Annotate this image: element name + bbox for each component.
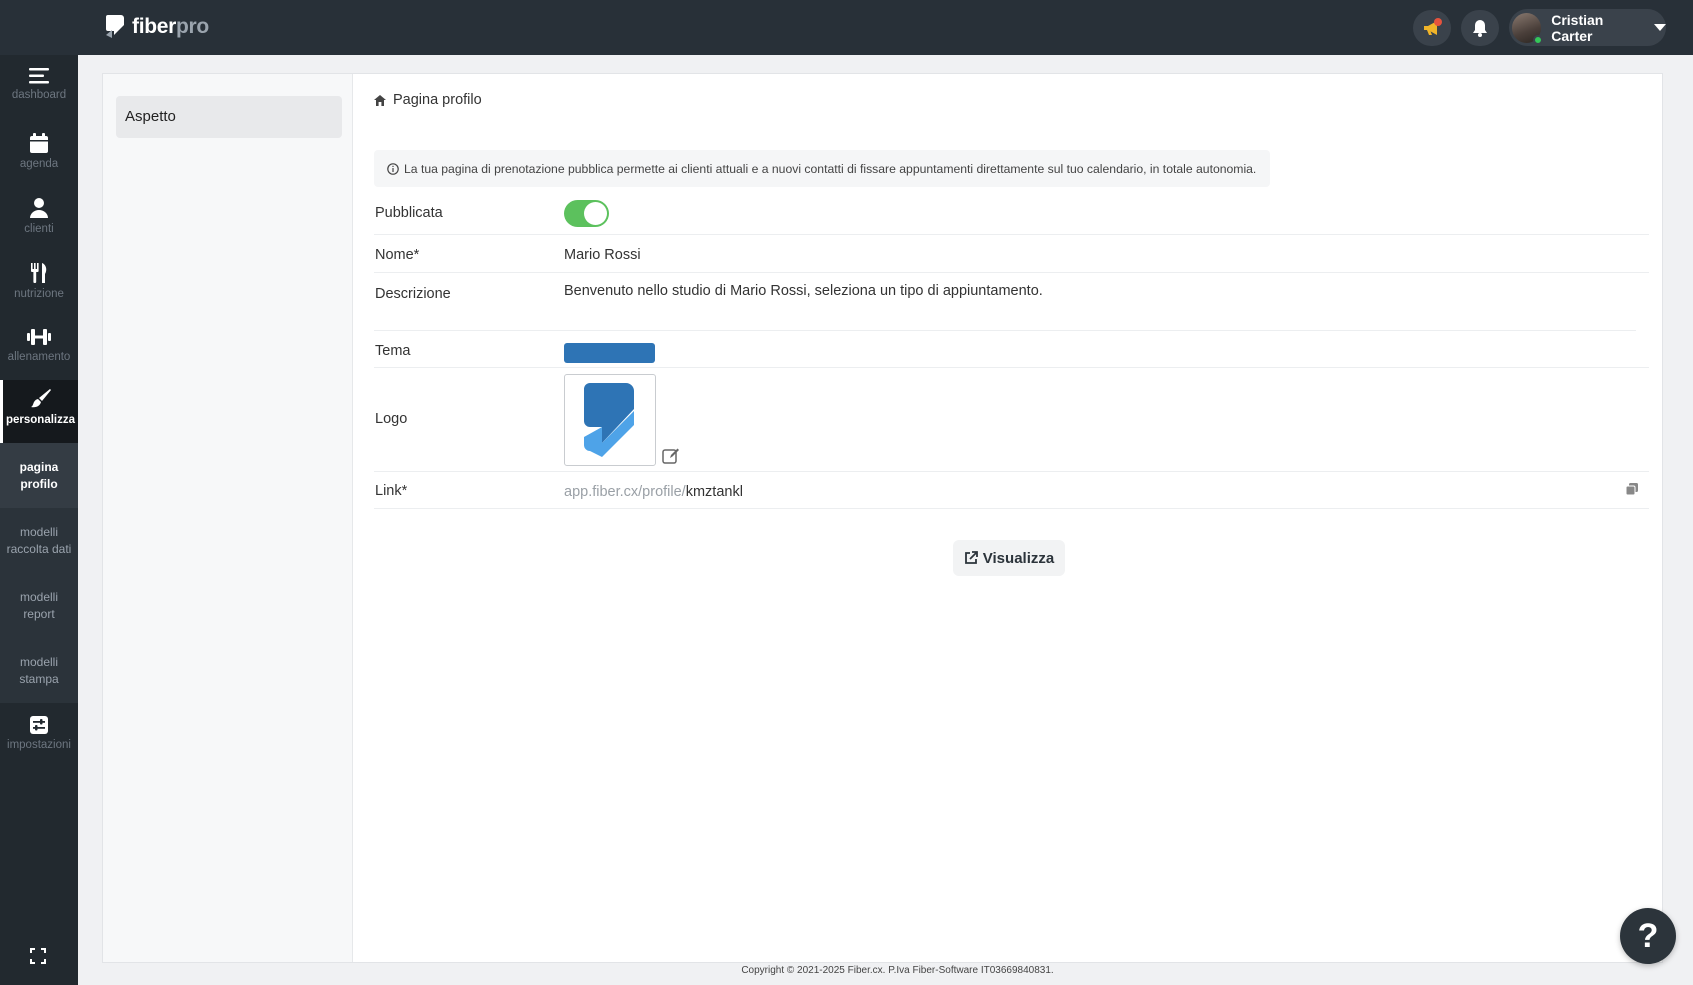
subnav-item-label: profilo [20, 476, 58, 491]
logo-preview[interactable] [564, 374, 656, 466]
info-icon [387, 162, 399, 175]
name-field[interactable]: Mario Rossi [564, 247, 641, 263]
subnav-item-label: pagina [19, 459, 59, 474]
page-title-text: Pagina profilo [393, 92, 482, 108]
fiber-logo-icon [584, 383, 634, 457]
sidebar-item-dashboard[interactable]: dashboard [0, 59, 78, 124]
help-button[interactable]: ? [1620, 908, 1676, 964]
name-label: Nome* [375, 247, 420, 263]
link-slug: kmztankl [685, 484, 743, 500]
brand-fiber-text: fiber [132, 15, 177, 38]
brand-logo[interactable]: fiberpro [104, 12, 209, 42]
profile-link[interactable]: app.fiber.cx/profile/kmztankl [564, 484, 743, 500]
info-text: La tua pagina di prenotazione pubblica p… [404, 161, 1257, 176]
fiber-logo-icon [106, 15, 124, 38]
sidebar-item-label: dashboard [11, 89, 67, 101]
page-title: Pagina profilo [373, 92, 482, 108]
chevron-down-icon [1654, 24, 1666, 31]
subnav-item-pagina-profilo[interactable]: pagina profilo [0, 443, 78, 508]
sliders-icon [30, 716, 48, 734]
footer-copyright: Copyright © 2021-2025 Fiber.cx. P.Iva Fi… [741, 965, 1054, 976]
theme-color-swatch[interactable] [564, 343, 655, 363]
top-bar: fiberpro Cristian Carter [0, 0, 1693, 55]
sidebar-item-nutrizione[interactable]: nutrizione [0, 254, 78, 319]
subnav-item-label: stampa [19, 671, 59, 686]
dumbbell-icon [27, 329, 51, 345]
sidebar-item-clienti[interactable]: clienti [0, 189, 78, 254]
form-row-published: Pubblicata [374, 190, 1649, 235]
user-menu[interactable]: Cristian Carter [1509, 9, 1666, 46]
announcements-button[interactable] [1413, 10, 1451, 46]
theme-label: Tema [375, 343, 411, 359]
sidebar-item-label: personalizza [5, 414, 76, 426]
subnav-item-label: raccolta dati [6, 541, 72, 556]
tab-aspetto[interactable]: Aspetto [116, 96, 342, 138]
subnav-item-modelli-report[interactable]: modelli report [0, 573, 78, 638]
expand-icon[interactable] [30, 948, 46, 964]
form-row-name: Nome* Mario Rossi [374, 235, 1649, 273]
toggle-knob [584, 202, 607, 225]
sidebar-item-label: impostazioni [7, 739, 71, 751]
main-panel: Aspetto Pagina profilo La tua pagina di … [102, 73, 1663, 963]
notification-dot [1434, 18, 1442, 26]
view-profile-label: Visualizza [982, 549, 1055, 567]
published-toggle[interactable] [564, 200, 609, 227]
sidebar-item-label: agenda [19, 158, 59, 170]
user-name: Cristian Carter [1551, 11, 1604, 44]
subnav-item-modelli-raccolta-dati[interactable]: modelli raccolta dati [0, 508, 78, 573]
sidebar-item-label: nutrizione [14, 288, 64, 300]
utensils-icon [31, 263, 47, 283]
menu-icon [29, 68, 49, 84]
info-box: La tua pagina di prenotazione pubblica p… [374, 150, 1270, 187]
sidebar-item-label: allenamento [7, 351, 71, 363]
link-prefix: app.fiber.cx/profile/ [564, 484, 686, 500]
sidebar-item-personalizza[interactable]: personalizza [0, 380, 78, 443]
sidebar-item-impostazioni[interactable]: impostazioni [0, 707, 78, 772]
sidebar-subnav: pagina profilo modelli raccolta dati model… [0, 443, 78, 703]
link-label: Link* [375, 483, 408, 499]
subnav-item-label: modelli [19, 589, 58, 604]
edit-icon[interactable] [662, 447, 680, 465]
help-icon: ? [1637, 916, 1659, 955]
sidebar-item-label: clienti [24, 223, 54, 235]
description-field[interactable]: Benvenuto nello studio di Mario Rossi, s… [564, 283, 1043, 299]
copy-icon[interactable] [1625, 482, 1639, 496]
form-row-theme: Tema [374, 331, 1649, 368]
subnav-item-label: modelli [19, 524, 58, 539]
form-row-logo: Logo [374, 368, 1649, 472]
brand-pro-text: pro [176, 15, 209, 38]
logo-label: Logo [375, 411, 408, 427]
notifications-button[interactable] [1461, 10, 1499, 46]
subnav-item-label: report [23, 606, 55, 621]
brush-icon [30, 389, 51, 408]
sidebar-item-allenamento[interactable]: allenamento [0, 319, 78, 384]
form-row-link: Link* app.fiber.cx/profile/kmztankl [374, 472, 1649, 509]
settings-tabs: Aspetto [103, 74, 353, 962]
home-icon [374, 94, 386, 106]
user-icon [30, 198, 48, 218]
subnav-item-modelli-stampa[interactable]: modelli stampa [0, 638, 78, 703]
online-status-dot [1533, 34, 1544, 45]
form-row-description: Descrizione Benvenuto nello studio di Ma… [374, 273, 1636, 331]
description-label: Descrizione [375, 286, 451, 302]
avatar [1512, 12, 1544, 45]
subnav-item-label: modelli [19, 654, 58, 669]
published-label: Pubblicata [375, 205, 443, 221]
view-profile-button[interactable]: Visualizza [953, 540, 1065, 576]
calendar-icon [30, 133, 48, 153]
bell-icon [1473, 20, 1487, 37]
external-link-icon [964, 551, 978, 564]
sidebar: dashboard agenda clienti nutrizione alle… [0, 55, 78, 985]
sidebar-item-agenda[interactable]: agenda [0, 124, 78, 189]
